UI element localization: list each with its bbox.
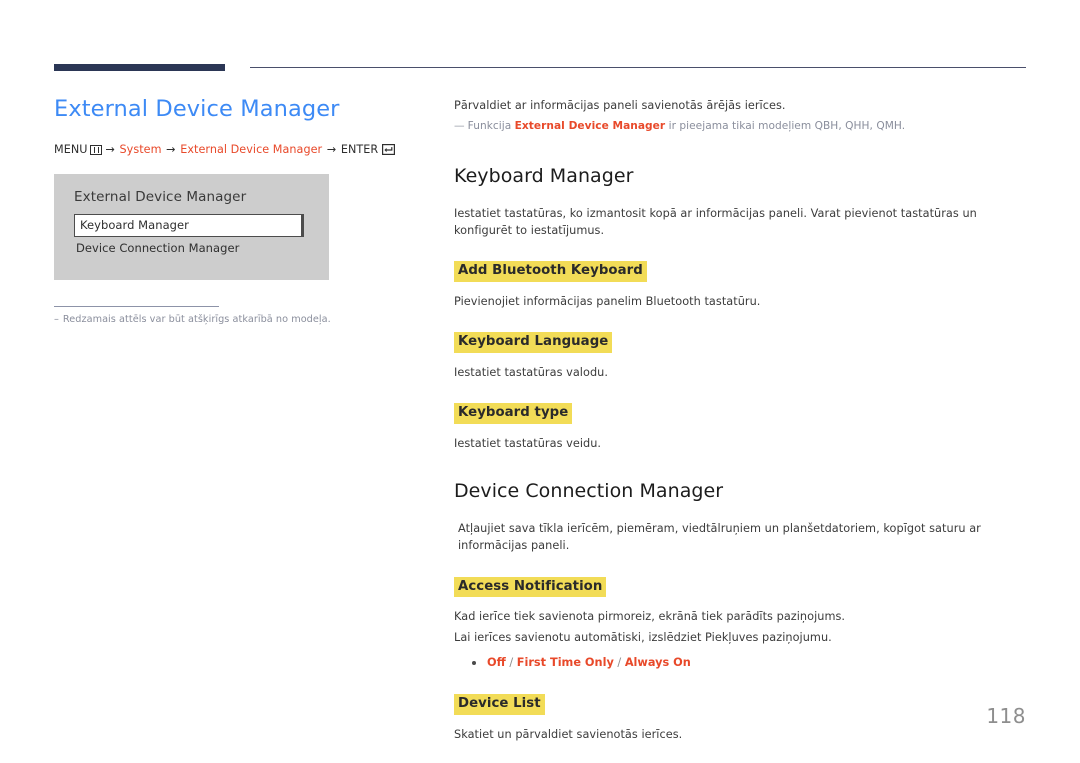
option-separator-2: / <box>617 655 622 669</box>
header-rules <box>0 0 1080 80</box>
subsection-heading-keyboard-type: Keyboard type <box>454 403 573 425</box>
section-body-device-connection-manager: Atļaujiet sava tīkla ierīcēm, piemēram, … <box>458 522 981 553</box>
subsection-heading-access-notification: Access Notification <box>454 576 607 598</box>
section-title-device-connection-manager: Device Connection Manager <box>454 480 724 503</box>
bullet-icon <box>472 660 476 665</box>
access-notification-options: Off / First Time Only / Always On <box>454 655 1026 672</box>
page-number: 118 <box>986 704 1026 728</box>
intro-note-after: ir pieejama tikai modeļiem QBH, QHH, QMH… <box>665 120 906 133</box>
osd-menu-mock: External Device Manager Keyboard Manager… <box>54 174 329 281</box>
enter-label: ENTER <box>340 143 379 157</box>
intro-note-accent: External Device Manager <box>514 120 666 133</box>
osd-menu-title: External Device Manager <box>74 189 247 206</box>
subsection-body-access-notification: Kad ierīce tiek savienota pirmoreiz, ekr… <box>454 610 846 624</box>
left-note-dash: – <box>54 314 59 326</box>
path-arrow-3: → <box>326 143 337 157</box>
subsection-device-list: Device List <box>454 692 1026 715</box>
intro-paragraph: Pārvaldiet ar informācijas paneli savien… <box>454 99 786 112</box>
path-step-external-device-manager[interactable]: External Device Manager <box>180 143 322 156</box>
option-off[interactable]: Off <box>487 656 506 669</box>
list-item: Off / First Time Only / Always On <box>454 655 1026 672</box>
osd-item-device-connection-manager[interactable]: Device Connection Manager <box>54 237 329 260</box>
section-body-keyboard-manager: Iestatiet tastatūras, ko izmantosit kopā… <box>454 206 977 237</box>
left-note-divider <box>54 306 219 308</box>
subsection-keyboard-type: Keyboard type <box>454 401 1026 425</box>
option-separator-1: / <box>509 655 514 669</box>
subsection-heading-keyboard-language: Keyboard Language <box>454 332 613 354</box>
subsection-heading-add-bluetooth-keyboard: Add Bluetooth Keyboard <box>454 261 647 283</box>
header-accent-bar <box>54 64 225 71</box>
path-arrow-2: → <box>166 143 176 157</box>
path-step-system[interactable]: System <box>120 143 162 156</box>
subsection-body-device-list: Skatiet un pārvaldiet savienotās ierīces… <box>454 727 683 741</box>
section-title-keyboard-manager: Keyboard Manager <box>454 165 634 188</box>
intro-note-before: Funkcija <box>467 120 515 133</box>
subsection-body-keyboard-type: Iestatiet tastatūras veidu. <box>454 437 602 451</box>
header-thin-rule <box>250 67 1026 68</box>
path-arrow-1: → <box>105 143 115 157</box>
menu-label: MENU <box>54 143 88 157</box>
subsection-keyboard-language: Keyboard Language <box>454 330 1026 354</box>
menu-grid-icon <box>90 145 103 156</box>
subsection-body-add-bluetooth-keyboard: Pievienojiet informācijas panelim Blueto… <box>454 295 761 309</box>
left-note-text: Redzamais attēls var būt atšķirīgs atkar… <box>62 314 331 326</box>
option-always-on[interactable]: Always On <box>625 656 691 669</box>
intro-note: — Funkcija External Device Manager ir pie… <box>454 119 1026 135</box>
page-title: External Device Manager <box>54 96 340 122</box>
menu-path-breadcrumb: MENU → System → External Device Manager →… <box>54 143 424 156</box>
right-column: Pārvaldiet ar informācijas paneli savien… <box>454 97 1026 743</box>
left-column: External Device Manager MENU → System → E… <box>54 95 424 325</box>
option-first-time-only[interactable]: First Time Only <box>517 656 614 669</box>
intro-note-dash: — <box>454 120 465 133</box>
left-note: – Redzamais attēls var būt atšķirīgs atka… <box>54 314 424 325</box>
osd-item-keyboard-manager[interactable]: Keyboard Manager <box>74 214 304 238</box>
subsection-add-bluetooth-keyboard: Add Bluetooth Keyboard <box>454 259 1026 283</box>
subsection-body-keyboard-language: Iestatiet tastatūras valodu. <box>454 366 608 380</box>
subsection-heading-device-list: Device List <box>454 693 545 715</box>
subsection-body2-access-notification: Lai ierīces savienotu automātiski, izslē… <box>454 630 832 644</box>
enter-return-icon <box>382 144 396 156</box>
subsection-access-notification: Access Notification <box>454 575 1026 598</box>
